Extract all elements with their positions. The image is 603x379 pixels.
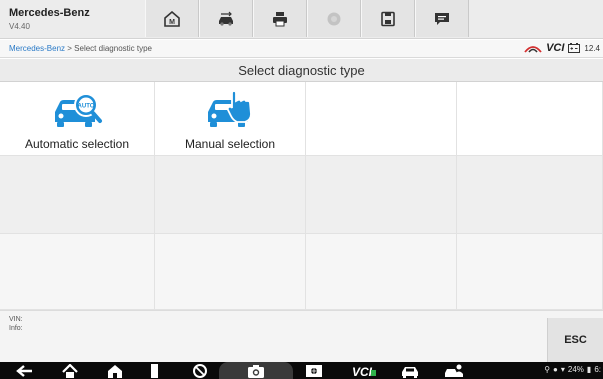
save-button[interactable] — [361, 0, 415, 37]
vci-icon: VCI — [352, 365, 376, 378]
vehicle-menu-button[interactable] — [400, 363, 420, 378]
vehicle-swap-button[interactable] — [199, 0, 253, 37]
grid-cell-empty — [0, 156, 155, 234]
breadcrumb-current: Select diagnostic type — [74, 44, 152, 53]
svg-text:VCI: VCI — [352, 365, 373, 378]
screenshot-button[interactable] — [247, 363, 265, 378]
grid-cell-empty — [155, 156, 306, 234]
voltage-readout: 12.4 — [584, 43, 600, 53]
recent-apps-button[interactable] — [150, 363, 160, 378]
connection-status: VCI 12.4 — [524, 42, 600, 54]
app-version: V4.40 — [9, 22, 30, 31]
display-mode-icon — [306, 364, 322, 377]
battery-voltage-icon — [568, 43, 581, 53]
esc-button[interactable]: ESC — [547, 318, 603, 362]
grid-cell-empty — [306, 156, 457, 234]
grid-cell-empty — [155, 234, 306, 310]
system-nav-bar: VCI ⚲ ● ▾ 24% ▮ 6: — [0, 362, 603, 379]
car-person-icon — [445, 364, 463, 377]
browser-button[interactable] — [192, 363, 208, 378]
car-icon — [402, 366, 418, 378]
breadcrumb: Mercedes-Benz > Select diagnostic type — [9, 44, 152, 53]
clock: 6: — [594, 365, 601, 374]
vehicle-home-button[interactable] — [106, 363, 124, 378]
title-bar: Select diagnostic type — [0, 59, 603, 82]
house-icon — [108, 364, 122, 378]
automatic-selection-label: Automatic selection — [24, 137, 130, 151]
vin-label: VIN: — [9, 316, 23, 323]
info-label: Info: — [9, 325, 23, 332]
app-title: Mercedes-Benz — [9, 7, 90, 19]
data-logging-icon — [435, 12, 449, 25]
grid-cell-empty — [0, 234, 155, 310]
svg-text:AUTO: AUTO — [78, 104, 95, 110]
vehicle-swap-icon — [219, 11, 233, 26]
manual-car-hand-icon — [208, 90, 252, 127]
vci-label: VCI — [546, 42, 565, 54]
battery-icon: ▮ — [586, 365, 592, 374]
selection-grid: AUTO Automatic selection Manual selectio… — [0, 82, 603, 310]
home-nav-icon — [62, 363, 78, 378]
camera-icon — [248, 364, 264, 378]
manual-selection-label: Manual selection — [184, 137, 276, 151]
location-icon: ⚲ — [544, 365, 551, 374]
print-icon — [273, 11, 287, 26]
data-logging-button[interactable] — [415, 0, 469, 37]
print-button[interactable] — [253, 0, 307, 37]
grid-cell-empty — [457, 156, 603, 234]
system-status: ⚲ ● ▾ 24% ▮ 6: — [544, 365, 601, 374]
help-icon — [327, 12, 341, 25]
grid-cell-empty — [457, 82, 603, 156]
breadcrumb-bar: Mercedes-Benz > Select diagnostic type V… — [0, 40, 603, 58]
grid-cell-empty — [457, 234, 603, 310]
grid-cell-empty — [306, 234, 457, 310]
wifi-icon: ▾ — [560, 365, 565, 374]
toolbar: M — [145, 0, 469, 38]
display-mode-button[interactable] — [305, 363, 323, 378]
info-footer: VIN: Info: ESC — [0, 310, 603, 362]
browser-icon — [193, 363, 207, 378]
automatic-selection-tile[interactable]: AUTO Automatic selection — [0, 82, 155, 156]
auto-car-search-icon: AUTO — [55, 93, 102, 127]
home-button[interactable]: M — [145, 0, 199, 37]
breadcrumb-link-mercedes-benz[interactable]: Mercedes-Benz — [9, 44, 65, 53]
save-icon — [381, 11, 395, 26]
back-button[interactable] — [16, 363, 34, 378]
sync-icon: ● — [553, 365, 558, 374]
remote-expert-button[interactable] — [444, 363, 464, 378]
manual-selection-tile[interactable]: Manual selection — [155, 82, 306, 156]
app-header: Mercedes-Benz V4.40 M — [0, 0, 603, 39]
svg-text:M: M — [169, 19, 175, 26]
breadcrumb-separator: > — [65, 44, 75, 53]
battery-percent: 24% — [567, 365, 584, 374]
wifi-link-icon — [524, 46, 542, 53]
home-icon: M — [164, 10, 180, 27]
recent-apps-icon — [151, 363, 158, 378]
grid-cell-empty — [306, 82, 457, 156]
back-icon — [16, 364, 32, 377]
home-nav-button[interactable] — [61, 363, 79, 378]
page-title: Select diagnostic type — [238, 62, 365, 78]
help-button[interactable] — [307, 0, 361, 37]
vci-manager-button[interactable]: VCI — [352, 363, 378, 378]
